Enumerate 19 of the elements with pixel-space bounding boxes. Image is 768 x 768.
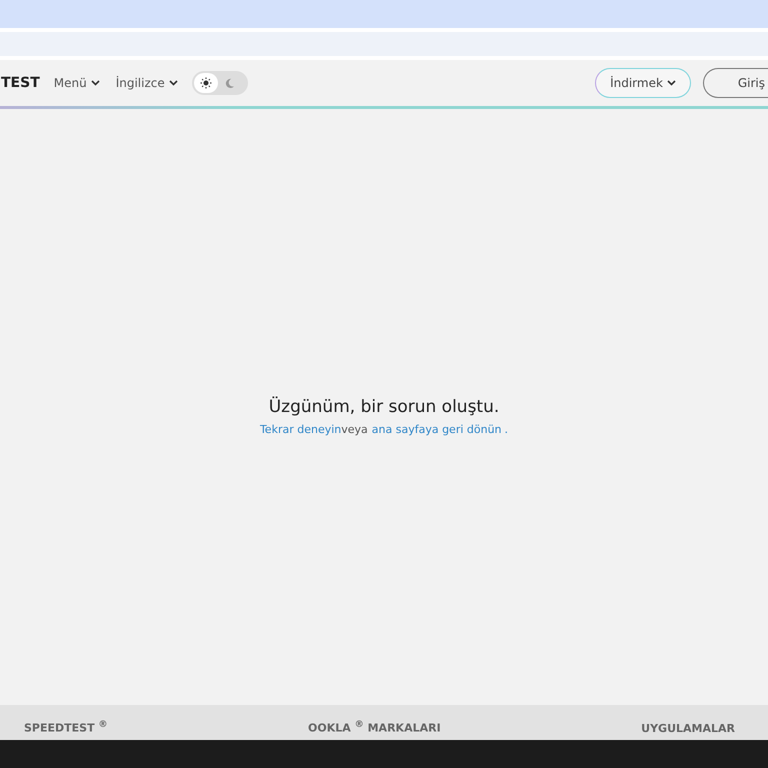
theme-toggle[interactable] [192,71,248,95]
error-text: . [504,422,508,436]
footer-heading: SPEEDTEST $^{®}$ [24,718,108,736]
language-button[interactable]: İngilizce [114,76,180,90]
retry-link[interactable]: Tekrar deneyin [260,422,342,436]
download-button[interactable]: İndirmek [595,68,691,98]
home-link[interactable]: ana sayfaya geri dönün [372,422,502,436]
footer-heading: OOKLA $^{®}$ MARKALARI [308,718,441,736]
error-text: veya [341,422,368,436]
logo[interactable]: TEST [1,75,40,91]
chevron-down-icon [666,80,676,86]
sun-icon [200,77,212,89]
chevron-down-icon [168,80,178,86]
error-title: Üzgünüm, bir sorun oluştu. [268,396,500,416]
moon-icon [224,78,236,88]
chevron-down-icon [90,80,100,86]
menu-button[interactable]: Menü [52,76,102,90]
footer-heading: UYGULAMALAR [641,722,735,736]
login-button[interactable]: Giriş [703,68,768,98]
